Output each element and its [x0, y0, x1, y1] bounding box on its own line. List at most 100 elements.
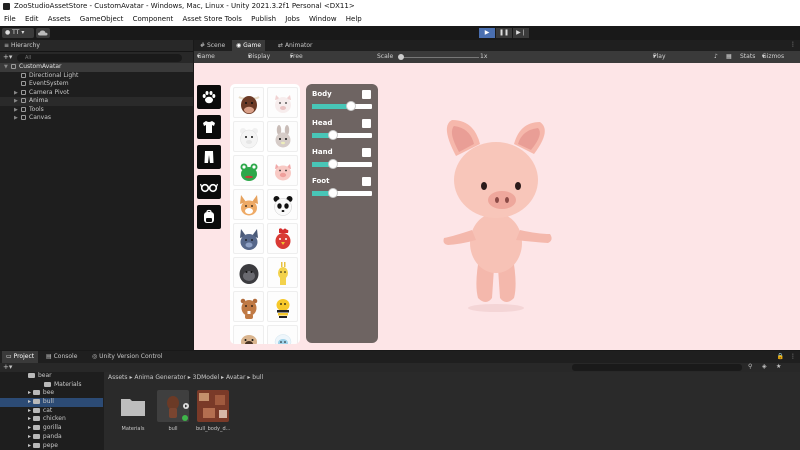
avatar-cell-wolf[interactable]	[233, 223, 264, 254]
breadcrumb-item[interactable]: bull	[252, 374, 263, 381]
avatar-cell-panda[interactable]	[267, 189, 298, 220]
add-icon[interactable]: +▾	[3, 53, 12, 61]
folder-item-selected[interactable]: ▸ bull	[0, 398, 103, 407]
category-body-button[interactable]	[197, 85, 221, 109]
play-focused-dropdown[interactable]: Play Focused ▾	[653, 51, 678, 72]
avatar-cell-giraffe[interactable]	[267, 257, 298, 288]
avatar-cell-fox[interactable]	[233, 189, 264, 220]
tab-console[interactable]: ▤ Console	[42, 351, 81, 363]
menu-edit[interactable]: Edit	[25, 15, 39, 23]
add-icon[interactable]: +▾	[3, 363, 12, 371]
body-checkbox[interactable]	[362, 90, 371, 99]
scale-slider-knob[interactable]	[398, 54, 404, 60]
tab-animator[interactable]: ⇄ Animator	[274, 40, 317, 51]
avatar-cell-bee[interactable]	[267, 291, 298, 322]
folder-item[interactable]: ▸ gorilla	[0, 424, 103, 433]
avatar-cell-pug[interactable]	[233, 325, 264, 344]
play-button[interactable]: ▶	[479, 28, 495, 38]
scale-slider[interactable]	[399, 57, 479, 58]
foot-slider[interactable]	[312, 188, 372, 198]
foot-checkbox[interactable]	[362, 177, 371, 186]
tab-scene[interactable]: # Scene	[196, 40, 229, 51]
game-viewport[interactable]: Body Head Hand Foot	[194, 63, 800, 350]
hierarchy-item[interactable]: EventSystem	[0, 80, 193, 89]
avatar-cell-bull[interactable]	[233, 87, 264, 118]
aspect-dropdown[interactable]: Free Aspect ▾	[290, 51, 310, 72]
avatar-grid-panel[interactable]	[230, 84, 300, 344]
category-glasses-button[interactable]	[197, 175, 221, 199]
stats-icon[interactable]: ▦	[726, 51, 732, 63]
asset-materials-folder[interactable]: Materials	[116, 390, 150, 432]
hierarchy-item[interactable]: ▶ Tools	[0, 106, 193, 115]
avatar-cell-pig-white[interactable]	[267, 87, 298, 118]
account-button[interactable]: ● TT ▾	[2, 28, 34, 38]
hierarchy-item[interactable]: ▶ Camera Pivot	[0, 89, 193, 98]
folder-item[interactable]: bear	[0, 372, 103, 381]
folder-item[interactable]: ▸ pepe	[0, 442, 103, 450]
body-slider[interactable]	[312, 101, 372, 111]
folder-item[interactable]: Materials	[0, 381, 103, 390]
hand-checkbox[interactable]	[362, 148, 371, 157]
step-button[interactable]: ▶❘	[513, 28, 529, 38]
expand-arrow-icon[interactable]: ▶	[14, 106, 21, 115]
cloud-button[interactable]	[36, 28, 50, 38]
avatar-cell-yeti[interactable]	[267, 325, 298, 344]
tag-icon[interactable]: ◈	[762, 363, 767, 370]
folder-item[interactable]: ▸ panda	[0, 433, 103, 442]
folder-item[interactable]: ▸ chicken	[0, 415, 103, 424]
menu-jobs[interactable]: Jobs	[285, 15, 299, 23]
menu-window[interactable]: Window	[309, 15, 337, 23]
category-pants-button[interactable]	[197, 145, 221, 169]
filter-icon[interactable]: ⚲	[748, 363, 752, 370]
category-shirt-button[interactable]	[197, 115, 221, 139]
hierarchy-item[interactable]: Directional Light	[0, 72, 193, 81]
asset-bull-texture[interactable]: bull_body_d...	[196, 390, 230, 432]
gizmos-button[interactable]: Gizmos ▾	[762, 51, 784, 63]
menu-file[interactable]: File	[4, 15, 16, 23]
project-search-input[interactable]	[572, 364, 742, 371]
hierarchy-item[interactable]: ▶ Anima	[0, 97, 193, 106]
stats-button[interactable]: Stats	[740, 51, 755, 63]
breadcrumb-item[interactable]: Avatar	[226, 374, 245, 381]
avatar-cell-pig[interactable]	[267, 155, 298, 186]
breadcrumb-item[interactable]: Assets	[108, 374, 128, 381]
menu-assets[interactable]: Assets	[48, 15, 71, 23]
hand-slider[interactable]	[312, 159, 372, 169]
menu-asset-store-tools[interactable]: Asset Store Tools	[183, 15, 242, 23]
breadcrumb-item[interactable]: Anima Generator	[134, 374, 185, 381]
hand-slider-knob[interactable]	[328, 159, 338, 169]
hierarchy-root-item[interactable]: ▼ CustomAvatar	[0, 63, 193, 72]
panel-menu-icon[interactable]: ⋮	[790, 353, 796, 360]
folder-item[interactable]: ▸ cat	[0, 407, 103, 416]
expand-arrow-icon[interactable]: ▶	[14, 97, 21, 106]
body-slider-knob[interactable]	[346, 101, 356, 111]
menu-publish[interactable]: Publish	[251, 15, 276, 23]
tab-version-control[interactable]: ◎ Unity Version Control	[88, 351, 167, 363]
hierarchy-tab[interactable]: ≡ Hierarchy	[0, 40, 193, 51]
head-checkbox[interactable]	[362, 119, 371, 128]
tab-project[interactable]: ▭ Project	[2, 351, 39, 363]
menu-component[interactable]: Component	[133, 15, 174, 23]
hierarchy-search-input[interactable]: All	[17, 54, 182, 62]
folder-item[interactable]: ▸ bee	[0, 389, 103, 398]
pig-avatar-model[interactable]	[434, 108, 564, 318]
hierarchy-item[interactable]: ▶ Canvas	[0, 114, 193, 123]
foot-slider-knob[interactable]	[328, 188, 338, 198]
head-slider[interactable]	[312, 130, 372, 140]
tab-game[interactable]: ◉ Game	[232, 40, 266, 51]
avatar-cell-beaver[interactable]	[233, 291, 264, 322]
head-slider-knob[interactable]	[328, 130, 338, 140]
expand-arrow-icon[interactable]: ▼	[4, 63, 11, 72]
display-dropdown[interactable]: Display 1 ▾	[248, 51, 270, 72]
panel-menu-icon[interactable]: ⋮	[790, 41, 796, 48]
pause-button[interactable]: ❚❚	[496, 28, 512, 38]
asset-bull-model[interactable]: bull	[156, 390, 190, 432]
game-mode-dropdown[interactable]: Game ▾	[197, 51, 215, 63]
avatar-cell-gorilla[interactable]	[233, 257, 264, 288]
menu-help[interactable]: Help	[346, 15, 362, 23]
expand-arrow-icon[interactable]: ▶	[14, 114, 21, 123]
avatar-cell-rooster[interactable]	[267, 223, 298, 254]
avatar-cell-bear[interactable]	[233, 121, 264, 152]
avatar-cell-frog[interactable]	[233, 155, 264, 186]
avatar-cell-rabbit[interactable]	[267, 121, 298, 152]
